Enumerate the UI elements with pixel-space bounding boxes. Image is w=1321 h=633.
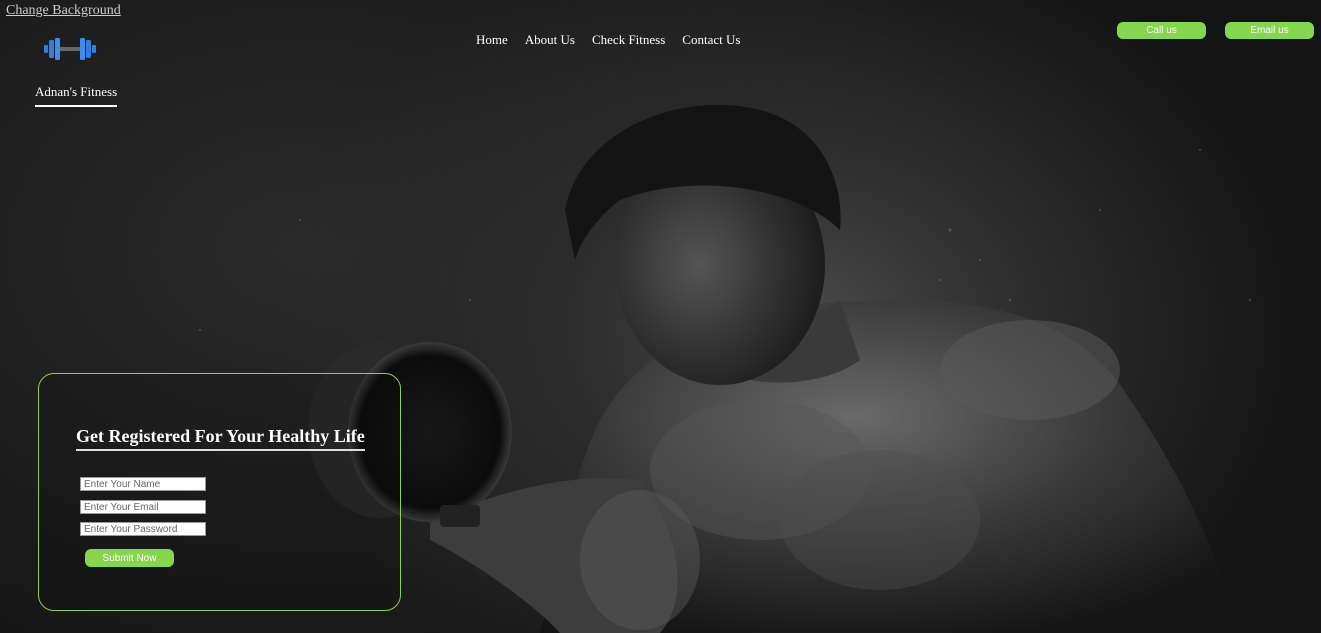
nav-item-about-us[interactable]: About Us — [525, 32, 575, 48]
email-us-button[interactable]: Email us — [1225, 22, 1314, 39]
nav-item-home[interactable]: Home — [476, 32, 508, 48]
submit-button[interactable]: Submit Now — [85, 549, 174, 567]
dumbbell-icon[interactable] — [44, 36, 96, 62]
name-input[interactable] — [80, 477, 206, 491]
registration-form: Get Registered For Your Healthy Life Sub… — [38, 373, 401, 611]
brand-name: Adnan's Fitness — [35, 84, 118, 107]
password-input[interactable] — [80, 522, 206, 536]
email-input[interactable] — [80, 500, 206, 514]
nav-item-contact-us[interactable]: Contact Us — [682, 32, 740, 48]
change-background-link[interactable]: Change Background — [6, 3, 121, 19]
main-nav: Home About Us Check Fitness Contact Us — [476, 32, 740, 48]
registration-title: Get Registered For Your Healthy Life — [76, 426, 365, 451]
call-us-button[interactable]: Call us — [1117, 22, 1206, 39]
nav-item-check-fitness[interactable]: Check Fitness — [592, 32, 665, 48]
